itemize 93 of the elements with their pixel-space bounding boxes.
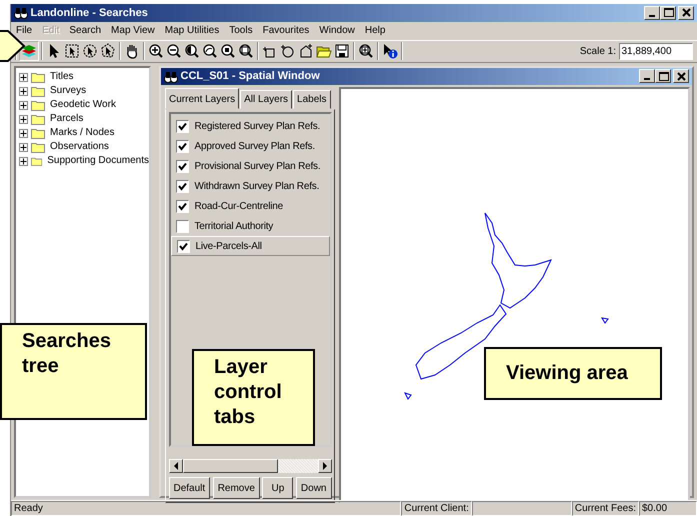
scale-field[interactable]: 31,889,400	[618, 42, 692, 60]
zoom-full-icon[interactable]	[184, 43, 200, 60]
minimize-icon	[649, 14, 655, 17]
tree-item[interactable]: Supporting Documents	[47, 154, 149, 168]
zoom-extent-icon[interactable]	[238, 43, 254, 60]
checkbox[interactable]	[176, 200, 188, 213]
window-title: Landonline - Searches	[30, 6, 148, 21]
tab[interactable]: Labels	[293, 90, 331, 109]
checkbox[interactable]	[176, 240, 190, 253]
close-button[interactable]	[673, 69, 689, 84]
menu-item[interactable]: Map View	[106, 22, 160, 40]
maximize-button[interactable]	[660, 6, 676, 20]
expand-button[interactable]	[19, 86, 28, 96]
zoom-out-icon[interactable]	[166, 43, 182, 60]
menu-item[interactable]: Window	[314, 22, 360, 40]
expand-button[interactable]	[19, 128, 28, 138]
draw-polygon-icon[interactable]	[298, 43, 314, 60]
callout-label: Layer control tabs	[192, 349, 315, 446]
minimize-button[interactable]	[644, 6, 660, 20]
save-icon[interactable]	[334, 43, 350, 60]
checkbox[interactable]	[176, 160, 188, 173]
expand-button[interactable]	[19, 72, 28, 82]
zoom-previous-icon[interactable]	[202, 43, 218, 60]
status-value: $0.00	[639, 501, 697, 516]
expand-button[interactable]	[19, 156, 28, 166]
left-arrow-icon[interactable]	[172, 462, 178, 470]
maximize-button[interactable]	[655, 69, 671, 84]
menu-item[interactable]: Favourites	[258, 22, 314, 40]
tree-item[interactable]: Marks / Nodes	[50, 126, 114, 140]
expand-button[interactable]	[19, 114, 28, 124]
layer-name: Live-Parcels-All	[196, 240, 262, 254]
hand-icon[interactable]	[124, 43, 140, 60]
status-label: Current Client:	[401, 501, 472, 516]
menu-item[interactable]: Help	[360, 22, 390, 40]
layer-button[interactable]: Down	[296, 477, 332, 500]
folder-icon	[31, 86, 45, 97]
menu-item[interactable]: Tools	[224, 22, 258, 40]
layer-name: Provisional Survey Plan Refs.	[194, 160, 320, 174]
minimize-icon	[644, 78, 650, 80]
folder-icon	[31, 142, 45, 153]
select-circle-icon[interactable]	[82, 43, 98, 60]
binoculars-icon	[164, 70, 178, 83]
layer-name: Withdrawn Survey Plan Refs.	[194, 180, 320, 194]
expand-button[interactable]	[19, 142, 28, 152]
zoom-window-icon[interactable]	[358, 43, 374, 60]
folder-icon	[31, 156, 42, 167]
layer-name: Territorial Authority	[194, 220, 274, 234]
menu-item[interactable]: Search	[64, 22, 106, 40]
checkbox[interactable]	[176, 140, 188, 153]
checkbox[interactable]	[176, 180, 188, 193]
folder-icon	[31, 100, 45, 111]
layer-button[interactable]: Remove	[212, 477, 260, 500]
maximize-icon	[662, 7, 674, 18]
tree-item[interactable]: Observations	[50, 140, 109, 154]
layer-button[interactable]: Up	[262, 477, 294, 500]
checkbox[interactable]	[176, 220, 188, 233]
window-title: CCL_S01 - Spatial Window	[180, 69, 320, 84]
right-arrow-icon[interactable]	[322, 462, 328, 470]
folder-icon	[31, 114, 45, 125]
status-text: Ready	[11, 501, 402, 516]
close-button[interactable]	[678, 6, 694, 20]
layer-name: Registered Survey Plan Refs.	[194, 120, 320, 134]
horizontal-scrollbar[interactable]	[168, 458, 332, 473]
checkbox[interactable]	[176, 120, 188, 133]
tree-item[interactable]: Parcels	[50, 112, 84, 126]
expand-button[interactable]	[19, 100, 28, 110]
layer-name: Approved Survey Plan Refs.	[194, 140, 315, 154]
tab[interactable]: Current Layers	[165, 88, 240, 109]
layer-button[interactable]: Default	[168, 477, 210, 500]
minimize-button[interactable]	[639, 69, 655, 84]
tree-item[interactable]: Titles	[50, 70, 74, 84]
select-box-icon[interactable]	[64, 43, 80, 60]
menu-item[interactable]: Map Utilities	[160, 22, 224, 40]
draw-circle-icon[interactable]	[280, 43, 296, 60]
layers-icon[interactable]	[21, 43, 37, 60]
callout-label: Viewing area	[484, 347, 662, 400]
close-icon	[680, 7, 692, 18]
tree-item[interactable]: Surveys	[50, 84, 86, 98]
tree-item[interactable]: Geodetic Work	[50, 98, 116, 112]
maximize-icon	[656, 70, 670, 82]
scale-label: Scale 1:	[580, 44, 616, 59]
tab[interactable]: All Layers	[240, 90, 292, 109]
callout-label: Searches tree	[0, 323, 147, 420]
binoculars-icon	[14, 6, 28, 20]
folder-icon	[31, 128, 45, 139]
select-polygon-icon[interactable]	[100, 43, 116, 60]
status-label: Current Fees:	[572, 501, 639, 516]
close-icon	[674, 70, 688, 82]
zoom-selection-icon[interactable]	[220, 43, 236, 60]
identify-icon[interactable]	[382, 43, 398, 60]
folder-icon	[31, 72, 45, 83]
layer-name: Road-Cur-Centreline	[194, 200, 283, 214]
zoom-in-icon[interactable]	[148, 43, 164, 60]
